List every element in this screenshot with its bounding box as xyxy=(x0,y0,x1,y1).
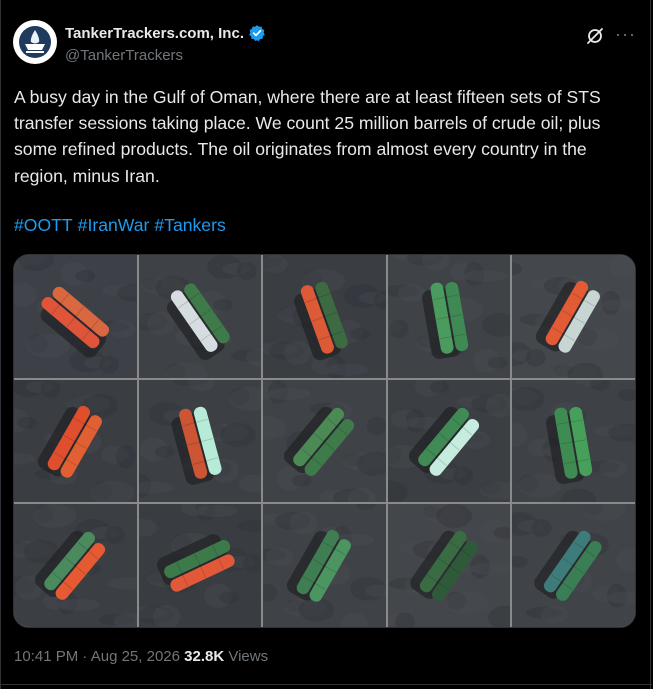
satellite-image-tile[interactable] xyxy=(263,255,386,378)
post-meta: 10:41 PM · Aug 25, 2026 32.8K Views xyxy=(14,648,268,665)
post-container: TankerTrackers.com, Inc. @TankerTrackers… xyxy=(0,0,652,689)
hashtag-link[interactable]: #OOTT xyxy=(14,215,73,235)
satellite-image-tile[interactable] xyxy=(14,504,137,627)
hashtag-link[interactable]: #IranWar xyxy=(78,215,150,235)
author-name-row[interactable]: TankerTrackers.com, Inc. xyxy=(65,24,266,42)
satellite-image-tile[interactable] xyxy=(387,379,511,503)
satellite-image-tile[interactable] xyxy=(14,255,137,378)
media-image-grid[interactable] xyxy=(13,254,636,628)
avatar[interactable] xyxy=(13,20,57,64)
divider xyxy=(1,684,652,685)
satellite-image-tile[interactable] xyxy=(512,504,635,627)
more-options-button[interactable]: ··· xyxy=(615,24,636,45)
grok-icon[interactable] xyxy=(585,26,605,46)
views-count: 32.8K xyxy=(184,648,225,665)
post-time[interactable]: 10:41 PM xyxy=(14,648,78,665)
post-date[interactable]: Aug 25, 2026 xyxy=(91,648,180,665)
satellite-image-tile[interactable] xyxy=(512,379,635,503)
post-text: A busy day in the Gulf of Oman, where th… xyxy=(14,87,601,186)
meta-separator: · xyxy=(78,648,91,665)
satellite-image-tile[interactable] xyxy=(14,379,137,503)
satellite-image-tile[interactable] xyxy=(138,504,262,627)
satellite-image-tile[interactable] xyxy=(263,504,386,627)
satellite-image-tile[interactable] xyxy=(387,504,511,627)
satellite-image-tile[interactable] xyxy=(138,255,262,378)
satellite-image-tile[interactable] xyxy=(387,255,511,378)
satellite-image-tile[interactable] xyxy=(138,379,262,503)
satellite-image-tile[interactable] xyxy=(263,379,386,503)
author-handle[interactable]: @TankerTrackers xyxy=(65,47,183,64)
hashtags: #OOTT #IranWar #Tankers xyxy=(14,215,231,236)
satellite-image-tile[interactable] xyxy=(512,255,635,378)
hashtag-link[interactable]: #Tankers xyxy=(154,215,225,235)
author-display-name[interactable]: TankerTrackers.com, Inc. xyxy=(65,25,244,42)
verified-badge-icon xyxy=(249,25,265,42)
views-label: Views xyxy=(228,648,269,665)
